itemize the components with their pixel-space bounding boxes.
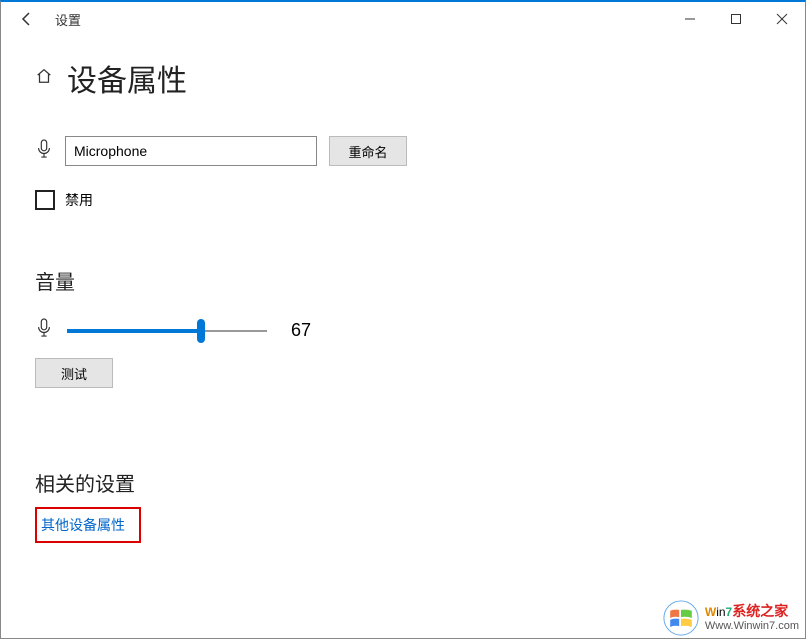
- other-device-properties-link[interactable]: 其他设备属性: [41, 517, 125, 533]
- disable-label: 禁用: [65, 190, 93, 210]
- device-name-row: 重命名: [35, 136, 771, 166]
- maximize-button[interactable]: [713, 2, 759, 36]
- volume-section-label: 音量: [35, 266, 771, 295]
- home-icon[interactable]: [35, 67, 53, 90]
- windows-logo-icon: [663, 600, 699, 636]
- volume-slider[interactable]: [67, 321, 267, 341]
- watermark-brand-w: W: [705, 605, 716, 619]
- watermark-brand-cn: 系统之家: [732, 603, 788, 619]
- highlighted-link-box: 其他设备属性: [35, 507, 141, 543]
- volume-value: 67: [291, 320, 311, 341]
- related-section-label: 相关的设置: [35, 468, 771, 497]
- microphone-icon: [35, 138, 53, 165]
- device-name-input[interactable]: [65, 136, 317, 166]
- watermark: Win7系统之家 Www.Winwin7.com: [663, 600, 799, 636]
- window-title: 设置: [55, 10, 81, 29]
- back-button[interactable]: [9, 2, 45, 36]
- close-button[interactable]: [759, 2, 805, 36]
- titlebar: 设置: [1, 2, 805, 36]
- page-heading-row: 设备属性: [35, 56, 771, 100]
- volume-slider-row: 67: [35, 317, 771, 344]
- test-button[interactable]: 测试: [35, 358, 113, 388]
- minimize-button[interactable]: [667, 2, 713, 36]
- window-controls: [667, 2, 805, 36]
- content-area: 设备属性 重命名 禁用 音量 67 测试 相关的设置 其他设备属性: [1, 36, 805, 543]
- rename-button[interactable]: 重命名: [329, 136, 407, 166]
- page-title: 设备属性: [67, 56, 187, 100]
- watermark-url: Www.Winwin7.com: [705, 620, 799, 633]
- disable-checkbox-row[interactable]: 禁用: [35, 190, 771, 210]
- disable-checkbox[interactable]: [35, 190, 55, 210]
- microphone-icon: [35, 317, 53, 344]
